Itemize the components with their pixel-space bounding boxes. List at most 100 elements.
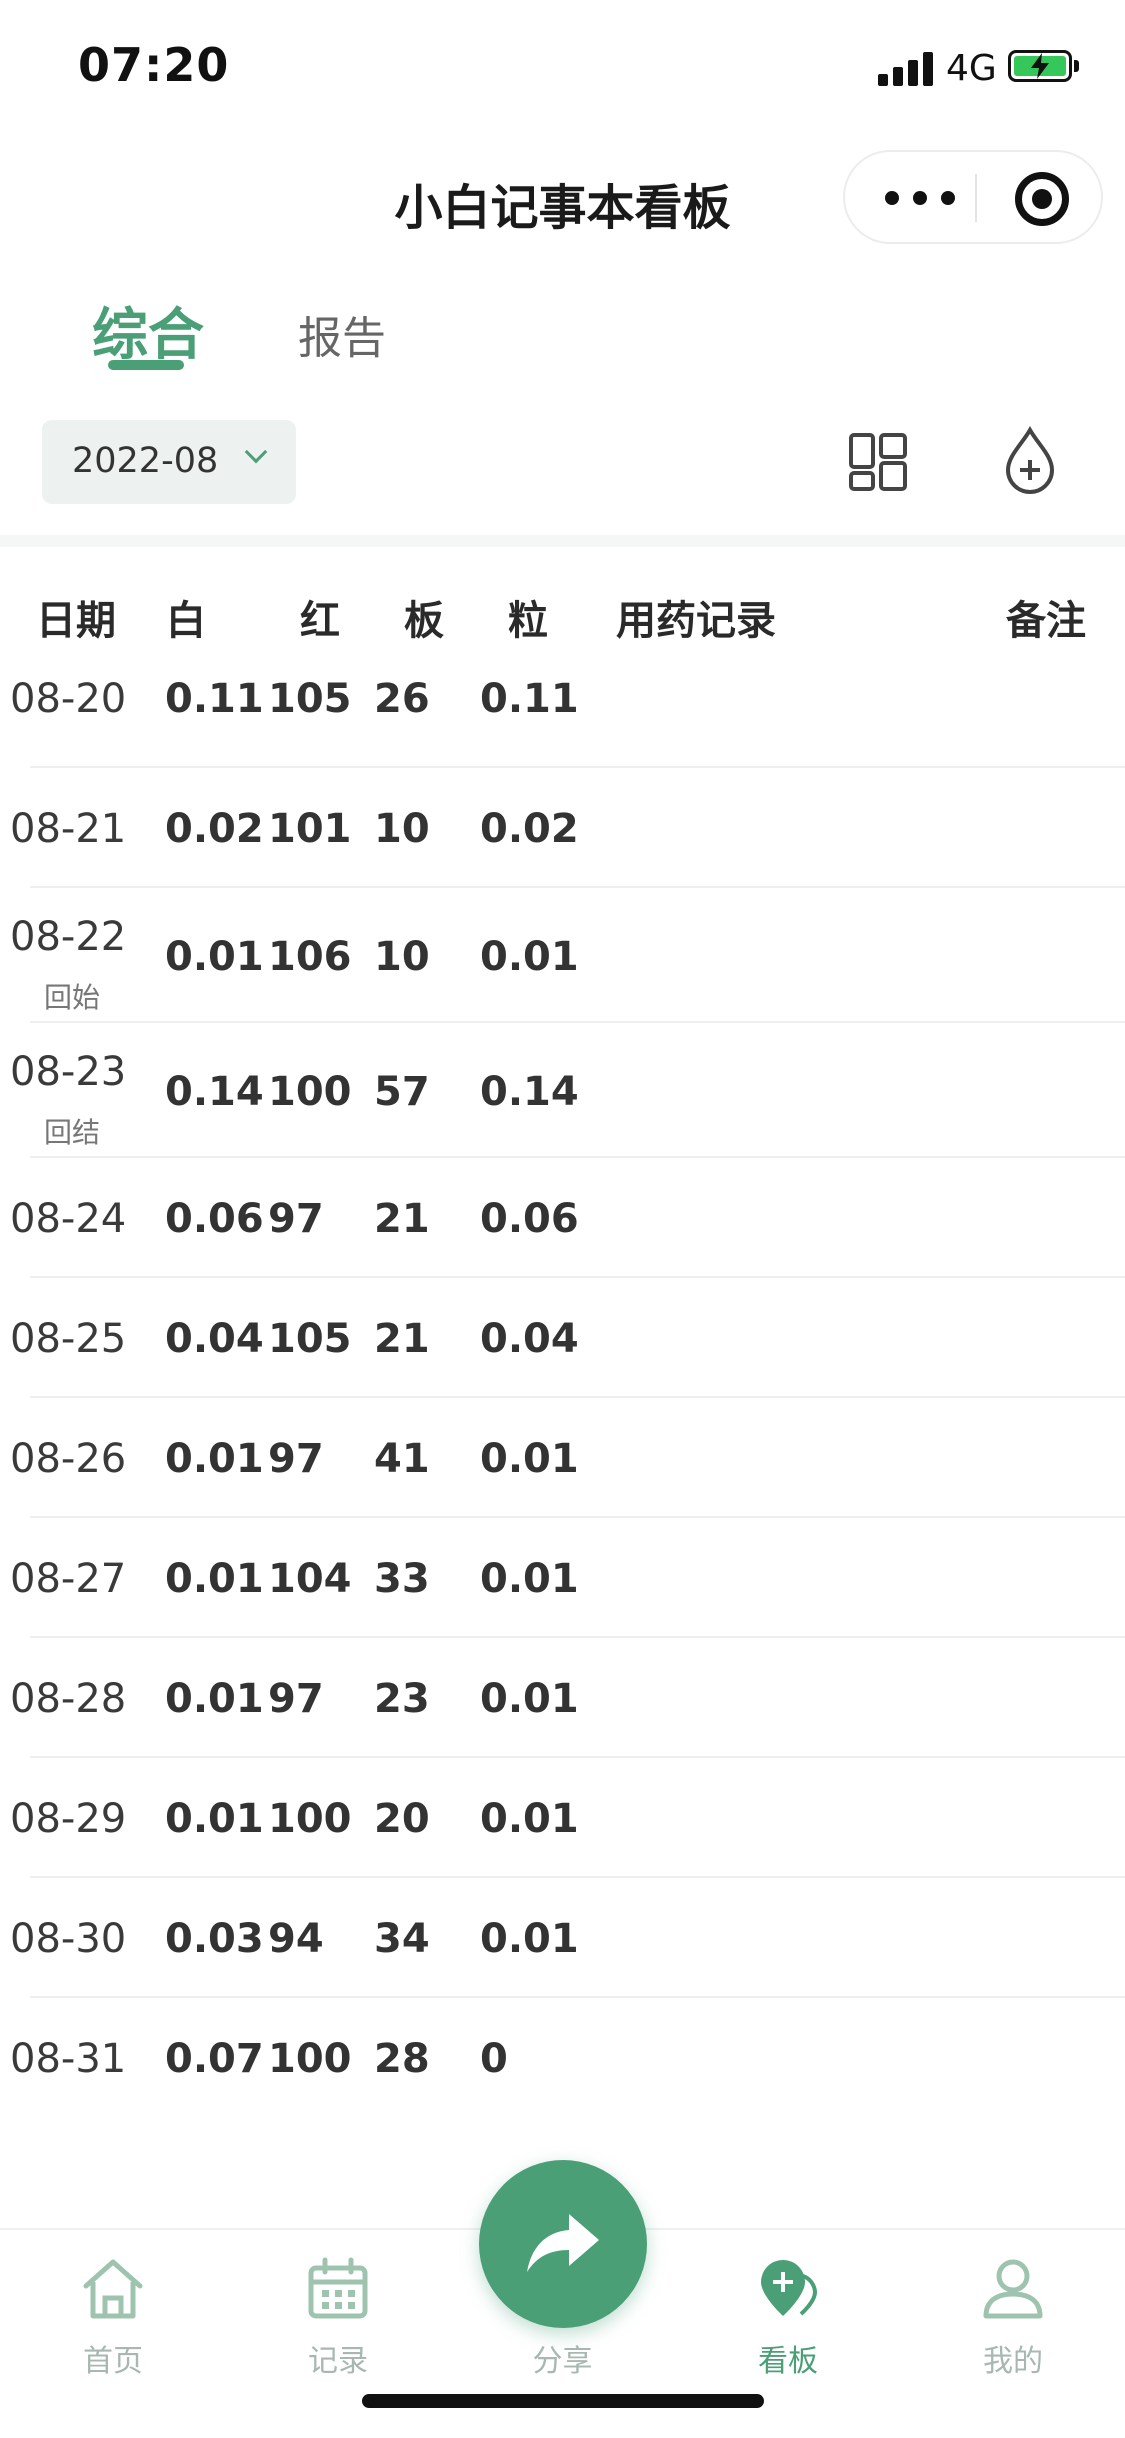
- row-date: 08-22: [10, 914, 127, 960]
- row-red-value: 94: [268, 1916, 324, 1962]
- row-platelet-value: 57: [374, 1069, 430, 1115]
- row-grain-value: 0.11: [480, 676, 579, 722]
- network-label: 4G: [946, 48, 997, 89]
- row-platelet-value: 10: [374, 806, 430, 852]
- row-date: 08-25: [10, 1316, 127, 1362]
- tab-overview[interactable]: 综合: [92, 290, 204, 371]
- row-platelet-value: 10: [374, 934, 430, 980]
- status-time: 07:20: [78, 38, 230, 92]
- month-selector[interactable]: 2022-08: [42, 420, 296, 504]
- table-row[interactable]: 08-25 0.04 105 21 0.04: [0, 1278, 1125, 1398]
- table-row[interactable]: 08-29 0.01 100 20 0.01: [0, 1758, 1125, 1878]
- row-grain-value: 0.04: [480, 1316, 579, 1362]
- table-row[interactable]: 08-26 0.01 97 41 0.01: [0, 1398, 1125, 1518]
- row-white-value: 0.07: [165, 2036, 264, 2082]
- row-platelet-value: 21: [374, 1196, 430, 1242]
- home-icon: [83, 2259, 143, 2319]
- row-date: 08-20: [10, 676, 127, 722]
- row-date: 08-28: [10, 1676, 127, 1722]
- row-grain-value: 0.01: [480, 934, 579, 980]
- row-date-note: 回结: [44, 1116, 101, 1149]
- col-date: 日期: [36, 598, 116, 644]
- row-date: 08-29: [10, 1796, 127, 1842]
- row-date: 08-21: [10, 806, 127, 852]
- row-date: 08-27: [10, 1556, 127, 1602]
- row-white-value: 0.02: [165, 806, 264, 852]
- row-red-value: 97: [268, 1676, 324, 1722]
- col-platelet: 板: [404, 598, 444, 644]
- row-red-value: 101: [268, 806, 352, 852]
- add-drop-icon[interactable]: [1000, 426, 1060, 496]
- row-white-value: 0.01: [165, 1676, 264, 1722]
- row-red-value: 100: [268, 2036, 352, 2082]
- table-header: 日期 白 红 板 粒 用药记录 备注: [0, 588, 1125, 648]
- status-bar: 07:20 4G: [0, 0, 1125, 140]
- row-platelet-value: 26: [374, 676, 430, 722]
- row-grain-value: 0.01: [480, 1916, 579, 1962]
- tab-report[interactable]: 报告: [298, 302, 386, 366]
- col-grain: 粒: [508, 598, 548, 644]
- row-grain-value: 0.01: [480, 1796, 579, 1842]
- row-platelet-value: 20: [374, 1796, 430, 1842]
- row-date: 08-24: [10, 1196, 127, 1242]
- row-white-value: 0.03: [165, 1916, 264, 1962]
- row-grain-value: 0.01: [480, 1436, 579, 1482]
- row-grain-value: 0.02: [480, 806, 579, 852]
- row-red-value: 105: [268, 1316, 352, 1362]
- table-body: 08-20 0.11 105 26 0.11 08-21 0.02 101 10 0.02 08-2…: [0, 648, 1125, 2118]
- row-red-value: 106: [268, 934, 352, 980]
- row-white-value: 0.01: [165, 934, 264, 980]
- more-icon[interactable]: [885, 180, 955, 216]
- table-row[interactable]: 08-23 0.14 100 57 0.14 回结: [0, 1023, 1125, 1158]
- col-red: 红: [300, 598, 340, 644]
- signal-icon: [878, 52, 936, 86]
- row-white-value: 0.14: [165, 1069, 264, 1115]
- home-indicator: [362, 2394, 764, 2408]
- row-white-value: 0.04: [165, 1316, 264, 1362]
- share-arrow-icon: [527, 2214, 599, 2272]
- month-value: 2022-08: [72, 441, 219, 481]
- row-white-value: 0.11: [165, 676, 264, 722]
- share-button[interactable]: [479, 2160, 647, 2328]
- table-row[interactable]: 08-27 0.01 104 33 0.01: [0, 1518, 1125, 1638]
- row-date: 08-23: [10, 1049, 127, 1095]
- row-platelet-value: 21: [374, 1316, 430, 1362]
- row-red-value: 97: [268, 1436, 324, 1482]
- row-date: 08-30: [10, 1916, 127, 1962]
- row-white-value: 0.01: [165, 1436, 264, 1482]
- table-row[interactable]: 08-24 0.06 97 21 0.06: [0, 1158, 1125, 1278]
- table-row[interactable]: 08-30 0.03 94 34 0.01: [0, 1878, 1125, 1998]
- col-medication: 用药记录: [616, 598, 776, 644]
- row-platelet-value: 34: [374, 1916, 430, 1962]
- grid-view-icon[interactable]: [848, 432, 908, 492]
- calendar-icon: [308, 2257, 368, 2319]
- row-white-value: 0.01: [165, 1796, 264, 1842]
- table-row[interactable]: 08-21 0.02 101 10 0.02: [0, 768, 1125, 888]
- col-remark: 备注: [1006, 598, 1086, 644]
- row-red-value: 105: [268, 676, 352, 722]
- table-row[interactable]: 08-28 0.01 97 23 0.01: [0, 1638, 1125, 1758]
- section-divider: [0, 535, 1125, 547]
- row-white-value: 0.06: [165, 1196, 264, 1242]
- row-date: 08-26: [10, 1436, 127, 1482]
- col-white: 白: [166, 598, 206, 644]
- share-label: 分享: [532, 2344, 593, 2379]
- row-grain-value: 0.06: [480, 1196, 579, 1242]
- tab-active-indicator: [108, 360, 184, 370]
- table-row[interactable]: 08-20 0.11 105 26 0.11: [0, 648, 1125, 768]
- row-date-note: 回始: [44, 981, 101, 1014]
- row-white-value: 0.01: [165, 1556, 264, 1602]
- table-row[interactable]: 08-31 0.07 100 28 0: [0, 1998, 1125, 2118]
- row-red-value: 100: [268, 1796, 352, 1842]
- row-red-value: 104: [268, 1556, 352, 1602]
- battery-icon: [1008, 50, 1072, 82]
- table-row[interactable]: 08-22 0.01 106 10 0.01 回始: [0, 888, 1125, 1023]
- row-grain-value: 0.01: [480, 1676, 579, 1722]
- row-date: 08-31: [10, 2036, 127, 2082]
- row-platelet-value: 41: [374, 1436, 430, 1482]
- user-icon: [983, 2259, 1043, 2319]
- row-grain-value: 0.14: [480, 1069, 579, 1115]
- chevron-down-icon: [244, 440, 268, 464]
- row-red-value: 97: [268, 1196, 324, 1242]
- close-target-icon[interactable]: [1015, 172, 1069, 226]
